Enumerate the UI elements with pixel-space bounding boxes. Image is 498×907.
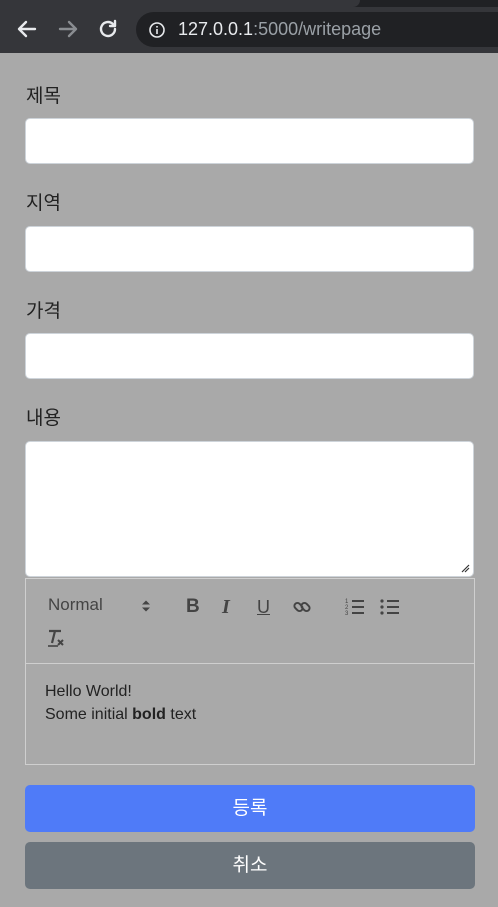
url-text[interactable]: 127.0.0.1:5000/writepage bbox=[178, 19, 381, 40]
italic-button[interactable]: I bbox=[222, 596, 244, 618]
active-tab-edge bbox=[0, 0, 360, 7]
resize-grip-icon[interactable] bbox=[460, 563, 470, 573]
region-input[interactable] bbox=[25, 226, 474, 272]
editor-line-2: Some initial bold text bbox=[45, 703, 455, 726]
clear-format-icon[interactable] bbox=[46, 627, 68, 649]
reload-icon[interactable] bbox=[96, 17, 120, 41]
editor-toolbar: Normal B I U 123 bbox=[25, 578, 475, 664]
bold-button[interactable]: B bbox=[186, 596, 208, 618]
region-label: 지역 bbox=[26, 192, 61, 214]
underline-button[interactable]: U bbox=[257, 596, 279, 618]
editor-line-2-prefix: Some initial bbox=[45, 706, 133, 723]
bullet-list-icon[interactable] bbox=[379, 596, 401, 618]
link-icon[interactable] bbox=[291, 596, 313, 618]
rich-text-editor[interactable]: Hello World! Some initial bold text bbox=[25, 663, 475, 765]
editor-line-1: Hello World! bbox=[45, 683, 132, 700]
title-input[interactable] bbox=[25, 118, 474, 164]
cancel-button[interactable]: 취소 bbox=[25, 842, 475, 889]
browser-toolbar: 127.0.0.1:5000/writepage bbox=[0, 0, 498, 53]
url-host: 127.0.0.1 bbox=[178, 19, 254, 39]
editor-line-2-suffix: text bbox=[165, 706, 197, 723]
title-label: 제목 bbox=[26, 85, 61, 107]
select-arrows-icon[interactable] bbox=[141, 599, 151, 613]
content-label: 내용 bbox=[26, 407, 61, 429]
url-path: :5000/writepage bbox=[253, 19, 382, 39]
price-label: 가격 bbox=[26, 300, 61, 322]
content-textarea[interactable] bbox=[25, 441, 474, 577]
svg-text:3: 3 bbox=[345, 611, 349, 617]
tab-strip bbox=[0, 0, 498, 7]
submit-button[interactable]: 등록 bbox=[25, 785, 475, 832]
forward-arrow-icon[interactable] bbox=[56, 17, 80, 41]
ordered-list-icon[interactable]: 123 bbox=[344, 596, 366, 618]
back-arrow-icon[interactable] bbox=[15, 17, 39, 41]
price-input[interactable] bbox=[25, 333, 474, 379]
info-icon[interactable] bbox=[149, 22, 165, 38]
format-select[interactable]: Normal bbox=[48, 595, 103, 615]
editor-bold-text: bold bbox=[132, 706, 166, 723]
